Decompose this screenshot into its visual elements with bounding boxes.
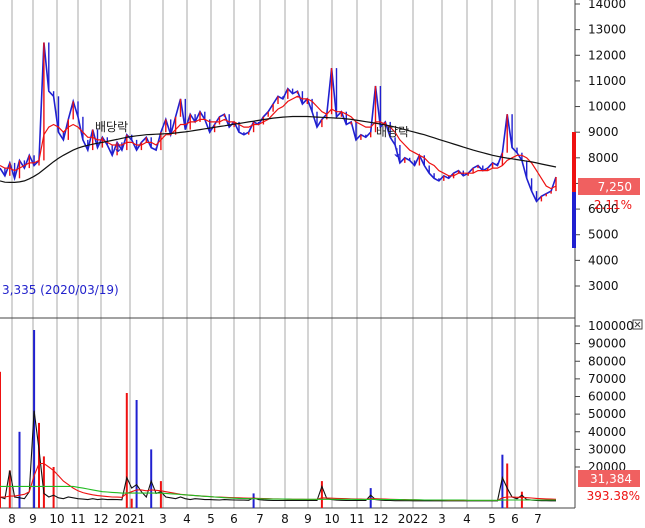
price-tick-5000: 5000 <box>588 228 619 242</box>
stock-chart: 1400013000120001100010000900080007000600… <box>0 0 643 526</box>
series-vol_line_black <box>0 410 556 502</box>
x-tick-4: 4 <box>183 512 191 526</box>
volume-bar <box>135 400 138 508</box>
price-tick-12000: 12000 <box>588 48 626 62</box>
last-price-label: 7,250 <box>598 180 632 194</box>
volume-bar <box>0 371 1 508</box>
volume-tick-50000: 50000 <box>588 407 626 421</box>
price-tick-4000: 4000 <box>588 253 619 267</box>
price-tick-8000: 8000 <box>588 151 619 165</box>
price-tick-11000: 11000 <box>588 74 626 88</box>
x-tick-12: 12 <box>373 512 388 526</box>
low-price-label: 3,335 (2020/03/19) <box>2 283 119 297</box>
x-tick-6: 6 <box>230 512 238 526</box>
price-tick-13000: 13000 <box>588 23 626 37</box>
change-percent-label: 2.11% <box>594 198 632 212</box>
annotation-arrow-1: ↓ <box>113 141 123 155</box>
volume-bar <box>369 488 372 508</box>
x-tick-7: 7 <box>534 512 542 526</box>
price-range-bar-blue <box>572 192 576 248</box>
price-tick-9000: 9000 <box>588 125 619 139</box>
volume-tick-80000: 80000 <box>588 354 626 368</box>
price-y-axis: 1400013000120001100010000900080007000600… <box>575 0 626 293</box>
vertical-gridlines <box>11 0 539 508</box>
volume-bar <box>252 493 255 508</box>
annotation-ex-dividend-1: 배당락 <box>95 120 128 134</box>
volume-panel <box>0 330 557 509</box>
x-tick-7: 7 <box>256 512 264 526</box>
volume-tick-70000: 70000 <box>588 372 626 386</box>
x-tick-3: 3 <box>159 512 167 526</box>
volume-tick-100000: 100000 <box>588 319 634 333</box>
x-tick-9: 9 <box>304 512 312 526</box>
volume-bar <box>125 393 128 508</box>
x-tick-10: 10 <box>324 512 339 526</box>
x-tick-10: 10 <box>49 512 64 526</box>
annotation-ex-dividend-2: 배당락 <box>376 125 409 139</box>
price-tick-3000: 3000 <box>588 279 619 293</box>
volume-tick-40000: 40000 <box>588 425 626 439</box>
close-box-icon[interactable] <box>632 319 643 330</box>
series-vol_ma_green <box>0 485 556 501</box>
volume-bar <box>52 467 55 508</box>
annotation-arrow-2: ↓ <box>392 146 402 160</box>
series-vol_ma_red <box>0 462 557 502</box>
x-tick-8: 8 <box>8 512 16 526</box>
x-tick-4: 4 <box>463 512 471 526</box>
x-tick-6: 6 <box>511 512 519 526</box>
price-panel <box>0 42 557 203</box>
volume-tick-60000: 60000 <box>588 390 626 404</box>
x-tick-2021: 2021 <box>115 512 146 526</box>
x-tick-12: 12 <box>93 512 108 526</box>
last-volume-label: 31,384 <box>590 472 632 486</box>
volume-bar <box>18 431 21 509</box>
price-tick-14000: 14000 <box>588 0 626 11</box>
x-tick-9: 9 <box>29 512 37 526</box>
volume-ratio-label: 393.38% <box>587 489 640 503</box>
volume-tick-90000: 90000 <box>588 337 626 351</box>
x-tick-11: 11 <box>70 512 85 526</box>
volume-bar <box>159 481 162 508</box>
x-tick-5: 5 <box>207 512 215 526</box>
x-tick-8: 8 <box>281 512 289 526</box>
price-tick-10000: 10000 <box>588 100 626 114</box>
x-axis: 8 9 10 11 12 2021 3 4 5 6 7 8 9 10 11 12 2022 3 4 5 6 7 <box>8 512 542 526</box>
x-tick-3: 3 <box>438 512 446 526</box>
volume-bar <box>150 449 153 508</box>
volume-tick-30000: 30000 <box>588 442 626 456</box>
x-tick-11: 11 <box>349 512 364 526</box>
x-tick-5: 5 <box>488 512 496 526</box>
price-range-bar-red <box>572 132 576 192</box>
x-tick-2022: 2022 <box>398 512 429 526</box>
volume-bar <box>130 498 133 508</box>
volume-y-axis: 100000 90000 80000 70000 60000 50000 40000 3000… <box>575 319 634 474</box>
